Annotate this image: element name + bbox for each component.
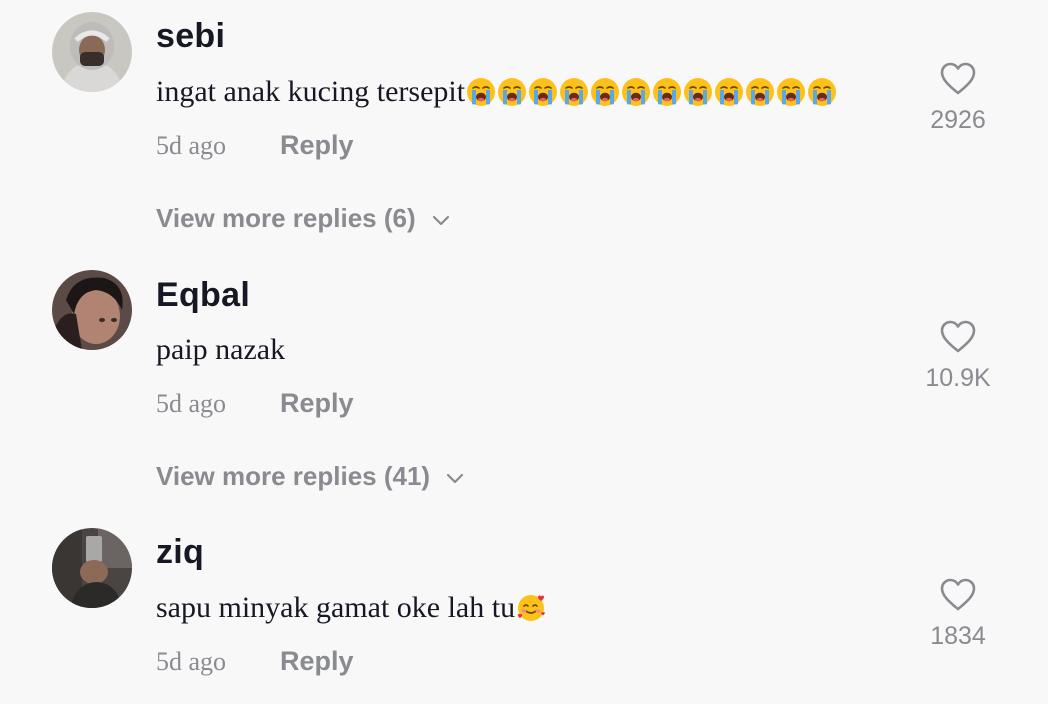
view-more-replies-label: View more replies (41) [156,461,431,491]
comment-text: ingat anak kucing tersepit [156,74,838,110]
comment-text: paip nazak [156,332,285,368]
comment-text-content: paip nazak [156,333,286,366]
loudly-crying-face-emoji [653,78,682,106]
avatar[interactable] [52,12,132,92]
loudly-crying-face-emoji [622,78,651,106]
comment-meta: 5d ago Reply [156,388,354,419]
loudly-crying-face-emoji [591,78,620,106]
comment-date: 5d ago [156,646,227,676]
like-count: 1834 [930,622,986,650]
reply-button[interactable]: Reply [280,388,354,419]
loudly-crying-face-emoji [498,78,527,106]
avatar[interactable] [52,270,132,350]
smiling-face-with-hearts-emoji [517,595,545,621]
like-group: 10.9K [898,320,1018,393]
view-more-replies-button[interactable]: View more replies (6) [156,203,450,234]
loudly-crying-face-emoji [808,78,837,106]
avatar[interactable] [52,528,132,608]
loudly-crying-face-emoji [467,78,496,106]
comment-date: 5d ago [156,388,227,418]
loudly-crying-face-emoji [529,78,558,106]
chevron-down-icon [446,461,464,492]
loudly-crying-face-emoji [746,78,775,106]
chevron-down-icon [432,203,450,234]
heart-outline-icon[interactable] [940,320,976,359]
like-group: 1834 [898,578,1018,651]
emoji-row [516,593,547,623]
username[interactable]: ziq [156,532,204,572]
loudly-crying-face-emoji [715,78,744,106]
reply-button[interactable]: Reply [280,646,354,677]
like-count: 10.9K [925,364,991,392]
comment-date: 5d ago [156,130,227,160]
comment-meta: 5d ago Reply [156,130,354,161]
like-count: 2926 [930,106,986,134]
reply-button[interactable]: Reply [280,130,354,161]
like-group: 2926 [898,62,1018,135]
username[interactable]: Eqbal [156,275,250,315]
comment-text-content: sapu minyak gamat oke lah tu [156,591,516,624]
comment-text: sapu minyak gamat oke lah tu [156,590,547,626]
view-more-replies-button[interactable]: View more replies (41) [156,461,464,492]
heart-outline-icon[interactable] [940,578,976,617]
heart-outline-icon[interactable] [940,62,976,101]
emoji-row [466,77,838,107]
view-more-replies-label: View more replies (6) [156,203,416,233]
comment-text-content: ingat anak kucing tersepit [156,75,466,108]
loudly-crying-face-emoji [560,78,589,106]
loudly-crying-face-emoji [684,78,713,106]
comment-meta: 5d ago Reply [156,646,354,677]
username[interactable]: sebi [156,16,225,56]
loudly-crying-face-emoji [777,78,806,106]
